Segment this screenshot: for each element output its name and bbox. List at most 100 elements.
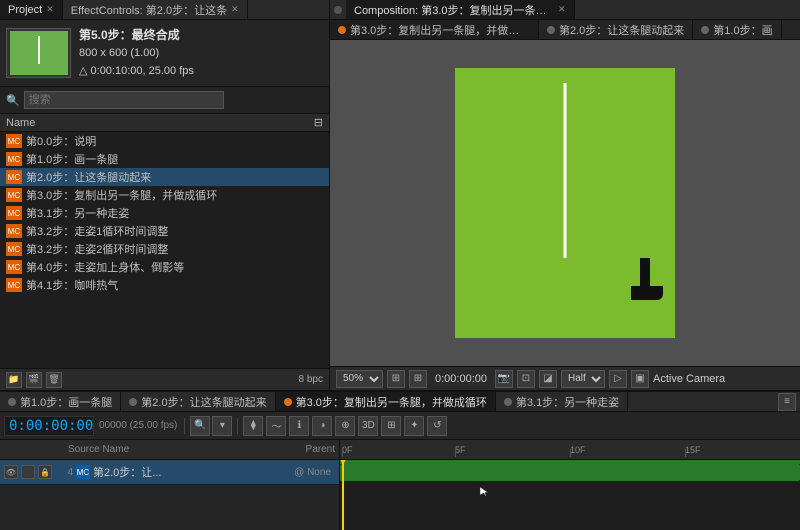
file-icon-1: MC: [6, 152, 22, 166]
tl-solo-toggle[interactable]: [21, 465, 35, 479]
timeline-tab-label-3: 第3.1步：另一种走姿: [516, 394, 619, 410]
grid-icon[interactable]: ⊞: [387, 370, 405, 388]
project-preview: 第5.0步：最终合成 800 x 600 (1.00) △ 0:00:10:00…: [0, 20, 329, 87]
view-options-icon[interactable]: ⊞: [409, 370, 427, 388]
list-item[interactable]: MC 第0.0步：说明: [0, 132, 329, 150]
tl-timecode[interactable]: 0:00:00:00: [4, 416, 94, 436]
list-item[interactable]: MC 第2.0步：让这条腿动起来: [0, 168, 329, 186]
tl-search-btn[interactable]: 🔍: [190, 416, 210, 436]
project-tab[interactable]: Project ✕: [0, 0, 63, 19]
tl-ruler-label-5F: 5F: [455, 445, 466, 455]
list-item[interactable]: MC 第4.1步：咖啡热气: [0, 276, 329, 294]
search-bar: 🔍: [0, 87, 329, 114]
timeline-tab-label-1: 第2.0步：让这条腿动起来: [141, 394, 266, 410]
tl-playhead[interactable]: [342, 460, 344, 530]
camera-icon[interactable]: 📷: [495, 370, 513, 388]
tl-3d-btn[interactable]: 3D: [358, 416, 378, 436]
right-panel: Composition: 第3.0步：复制出另一条腿，并做成循环 ✕ 第3.0步…: [330, 0, 800, 390]
tl-info-btn[interactable]: ℹ: [289, 416, 309, 436]
region-icon[interactable]: ⊡: [517, 370, 535, 388]
list-item[interactable]: MC 第3.0步：复制出另一条腿，并做成循环: [0, 186, 329, 204]
tl-parent-label: @ None: [294, 467, 331, 478]
tl-layer-header: Source Name Parent: [0, 440, 339, 460]
active-camera-label: Active Camera: [653, 373, 725, 385]
comp-preview-timecode: △ 0:00:10:00, 25.00 fps: [79, 63, 194, 81]
tl-cursor: [478, 485, 490, 497]
file-list-view-icon[interactable]: ⊟: [303, 116, 323, 129]
timeline-tab-dot-1: [129, 398, 137, 406]
comp-canvas: [455, 68, 675, 338]
search-input[interactable]: [24, 91, 224, 109]
tl-effect-btn[interactable]: ✦: [404, 416, 424, 436]
tl-ruler-label-10F: 10F: [570, 445, 586, 455]
list-item[interactable]: MC 第3.2步：走姿1循环时间调整: [0, 222, 329, 240]
viewer-tab-2[interactable]: 第1.0步：画: [693, 20, 781, 39]
file-list-header: Name ⊟: [0, 114, 329, 132]
list-item[interactable]: MC 第1.0步：画一条腿: [0, 150, 329, 168]
file-label-0: 第0.0步：说明: [26, 133, 96, 149]
file-icon-3: MC: [6, 188, 22, 202]
timeline-tab-0[interactable]: 第1.0步：画一条腿: [0, 392, 121, 411]
comp-tab-main-close[interactable]: ✕: [558, 4, 566, 15]
timeline-main: Source Name Parent 👁 🔒 4 MC 第2.0步：让... @…: [0, 440, 800, 530]
timeline-options-icon[interactable]: ≡: [778, 393, 796, 411]
comp-tab-main[interactable]: Composition: 第3.0步：复制出另一条腿，并做成循环 ✕: [346, 0, 575, 19]
timeline-layers: Source Name Parent 👁 🔒 4 MC 第2.0步：让... @…: [0, 440, 340, 530]
tl-comp-btn[interactable]: ◑: [312, 416, 332, 436]
timeline-tab-2[interactable]: 第3.0步：复制出另一条腿，并做成循环: [276, 392, 496, 411]
quality-select[interactable]: Half: [561, 370, 605, 388]
file-label-3: 第3.0步：复制出另一条腿，并做成循环: [26, 187, 217, 203]
tl-fps: 00000 (25.00 fps): [97, 420, 179, 431]
list-item[interactable]: MC 第3.2步：走姿2循环时间调整: [0, 240, 329, 258]
tl-dropdown-btn[interactable]: ▾: [212, 416, 232, 436]
tl-layer-name: 第2.0步：让...: [93, 464, 161, 480]
tl-visibility-toggle[interactable]: 👁: [4, 465, 18, 479]
tl-flow-btn[interactable]: ⊕: [335, 416, 355, 436]
divider-1: [184, 418, 185, 434]
fast-preview-icon[interactable]: ▷: [609, 370, 627, 388]
viewer-tab-1[interactable]: 第2.0步：让这条腿动起来: [539, 20, 693, 39]
stick-dashed: [564, 83, 567, 258]
effect-controls-tab[interactable]: EffectControls: 第2.0步：让这条 ✕: [63, 0, 248, 19]
tl-graph-btn[interactable]: 〜: [266, 416, 286, 436]
transparency-icon[interactable]: ◪: [539, 370, 557, 388]
tl-layer-row[interactable]: 👁 🔒 4 MC 第2.0步：让... @ None: [0, 460, 339, 485]
list-item[interactable]: MC 第3.1步：另一种走姿: [0, 204, 329, 222]
delete-btn[interactable]: 🗑: [46, 372, 62, 388]
viewer-tabs: 第3.0步：复制出另一条腿，并做成循环 第2.0步：让这条腿动起来 第1.0步：…: [330, 20, 800, 40]
tl-track-area: [340, 460, 800, 530]
viewer-tab-dot-0: [338, 26, 346, 34]
tl-lock-toggle[interactable]: 🔒: [38, 465, 52, 479]
viewer-tab-0[interactable]: 第3.0步：复制出另一条腿，并做成循环: [330, 20, 539, 39]
timeline-tab-1[interactable]: 第2.0步：让这条腿动起来: [121, 392, 275, 411]
tl-motion-btn[interactable]: ↺: [427, 416, 447, 436]
tl-keyframe-btn[interactable]: ⧫: [243, 416, 263, 436]
file-label-2: 第2.0步：让这条腿动起来: [26, 169, 151, 185]
tl-layer-btn[interactable]: ⊞: [381, 416, 401, 436]
tl-track-row: [340, 460, 800, 485]
comp-timecode: 0:00:00:00: [431, 373, 491, 385]
pixel-aspect-icon[interactable]: ▣: [631, 370, 649, 388]
bpc-label: 8 bpc: [299, 374, 323, 385]
tl-clip-bar[interactable]: [340, 464, 800, 481]
tl-ruler-label-15F: 15F: [685, 445, 701, 455]
file-label-8: 第4.1步：咖啡热气: [26, 277, 118, 293]
tl-transport-controls: 🔍 ▾: [190, 416, 232, 436]
timeline-tab-label-0: 第1.0步：画一条腿: [20, 394, 112, 410]
list-item[interactable]: MC 第4.0步：走姿加上身体、倒影等: [0, 258, 329, 276]
new-composition-btn[interactable]: 🎬: [26, 372, 42, 388]
tl-ruler-tick-0F: [342, 449, 343, 457]
tl-layer-num: 4: [55, 467, 73, 478]
effect-controls-tab-close[interactable]: ✕: [231, 4, 239, 15]
file-icon-7: MC: [6, 260, 22, 274]
timeline-tab-3[interactable]: 第3.1步：另一种走姿: [496, 392, 628, 411]
file-label-1: 第1.0步：画一条腿: [26, 151, 118, 167]
timeline-tab-label-2: 第3.0步：复制出另一条腿，并做成循环: [296, 394, 487, 410]
new-folder-btn[interactable]: 📁: [6, 372, 22, 388]
viewer-tab-dot-2: [701, 26, 709, 34]
project-tab-close[interactable]: ✕: [46, 4, 54, 15]
search-icon[interactable]: 🔍: [6, 94, 20, 107]
left-panel-tabs: Project ✕ EffectControls: 第2.0步：让这条 ✕: [0, 0, 329, 20]
zoom-select[interactable]: 50%: [336, 370, 383, 388]
divider-2: [237, 418, 238, 434]
